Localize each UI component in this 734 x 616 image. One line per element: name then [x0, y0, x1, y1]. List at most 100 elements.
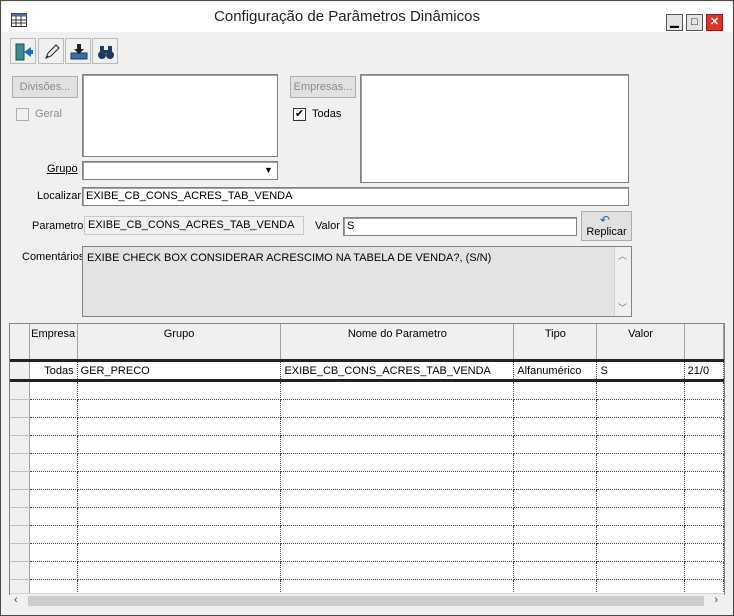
empty-cell[interactable]: [77, 471, 282, 490]
chevron-up-icon[interactable]: ︿: [618, 249, 627, 262]
cell-tipo[interactable]: Alfanumérico: [513, 359, 598, 382]
empty-cell[interactable]: [513, 543, 598, 562]
empty-cell[interactable]: [684, 507, 724, 526]
exit-button[interactable]: [10, 38, 36, 64]
empty-cell[interactable]: [77, 417, 282, 436]
empty-cell[interactable]: [280, 561, 515, 580]
empty-cell[interactable]: [596, 471, 685, 490]
empty-cell[interactable]: [513, 417, 598, 436]
empty-cell[interactable]: [513, 525, 598, 544]
empty-cell[interactable]: [596, 380, 685, 400]
empty-table-row[interactable]: [10, 453, 724, 472]
row-indicator[interactable]: [10, 399, 30, 418]
row-indicator[interactable]: [10, 435, 30, 454]
cell-empresa[interactable]: Todas: [29, 359, 78, 382]
empresas-button[interactable]: Empresas...: [290, 76, 356, 98]
row-indicator[interactable]: [10, 453, 30, 472]
empty-cell[interactable]: [77, 525, 282, 544]
empty-cell[interactable]: [684, 525, 724, 544]
empty-cell[interactable]: [684, 489, 724, 508]
column-header[interactable]: Grupo: [77, 324, 282, 361]
title-bar[interactable]: Configuração de Parâmetros Dinâmicos ▁ □…: [2, 2, 732, 32]
empty-cell[interactable]: [596, 543, 685, 562]
empty-cell[interactable]: [29, 525, 78, 544]
column-header[interactable]: Tipo: [513, 324, 598, 361]
comentarios-scrollbar[interactable]: ︿ ﹀: [614, 247, 631, 316]
empty-cell[interactable]: [596, 453, 685, 472]
empty-cell[interactable]: [280, 471, 515, 490]
localizar-input[interactable]: EXIBE_CB_CONS_ACRES_TAB_VENDA: [82, 187, 629, 206]
comentarios-textarea[interactable]: EXIBE CHECK BOX CONSIDERAR ACRESCIMO NA …: [82, 246, 632, 317]
empty-cell[interactable]: [280, 507, 515, 526]
column-header[interactable]: [684, 324, 724, 361]
column-header[interactable]: Nome do Parametro: [280, 324, 515, 361]
empty-cell[interactable]: [684, 561, 724, 580]
empty-cell[interactable]: [77, 507, 282, 526]
empty-cell[interactable]: [513, 471, 598, 490]
empty-cell[interactable]: [684, 417, 724, 436]
save-button[interactable]: [65, 38, 91, 64]
empty-cell[interactable]: [29, 417, 78, 436]
empty-cell[interactable]: [29, 561, 78, 580]
empty-cell[interactable]: [29, 543, 78, 562]
column-header[interactable]: Valor: [596, 324, 685, 361]
empty-cell[interactable]: [77, 435, 282, 454]
empty-cell[interactable]: [280, 435, 515, 454]
empty-cell[interactable]: [513, 561, 598, 580]
geral-checkbox[interactable]: [16, 108, 29, 121]
empty-cell[interactable]: [513, 489, 598, 508]
empty-cell[interactable]: [513, 507, 598, 526]
parametros-grid[interactable]: Empresa Grupo Nome do Parametro Tipo Val…: [9, 323, 725, 595]
empty-cell[interactable]: [596, 399, 685, 418]
row-indicator[interactable]: [10, 543, 30, 562]
scroll-thumb[interactable]: [28, 596, 704, 606]
empty-cell[interactable]: [513, 435, 598, 454]
todas-checkbox[interactable]: ✔: [293, 108, 306, 121]
empty-table-row[interactable]: [10, 417, 724, 436]
divisoes-list[interactable]: [82, 74, 278, 157]
row-indicator[interactable]: [10, 359, 30, 382]
column-header[interactable]: Empresa: [29, 324, 78, 361]
empty-cell[interactable]: [77, 489, 282, 508]
empty-cell[interactable]: [280, 543, 515, 562]
empty-cell[interactable]: [684, 380, 724, 400]
empty-cell[interactable]: [280, 417, 515, 436]
empty-cell[interactable]: [29, 453, 78, 472]
row-indicator[interactable]: [10, 525, 30, 544]
valor-input[interactable]: S: [343, 217, 577, 236]
empty-cell[interactable]: [596, 435, 685, 454]
empty-cell[interactable]: [29, 399, 78, 418]
empty-cell[interactable]: [280, 453, 515, 472]
search-button[interactable]: [92, 38, 118, 64]
chevron-right-icon[interactable]: ›: [714, 594, 718, 606]
empty-table-row[interactable]: [10, 507, 724, 526]
chevron-down-icon[interactable]: ﹀: [618, 301, 627, 314]
empty-cell[interactable]: [77, 561, 282, 580]
minimize-button[interactable]: ▁: [666, 14, 683, 31]
empty-cell[interactable]: [280, 380, 515, 400]
edit-button[interactable]: [38, 38, 64, 64]
empty-cell[interactable]: [513, 380, 598, 400]
row-indicator[interactable]: [10, 561, 30, 580]
empty-cell[interactable]: [280, 399, 515, 418]
empty-table-row[interactable]: [10, 561, 724, 580]
empresas-list[interactable]: [360, 74, 629, 183]
table-row[interactable]: Todas GER_PRECO EXIBE_CB_CONS_ACRES_TAB_…: [10, 359, 724, 382]
empty-cell[interactable]: [684, 471, 724, 490]
cell-valor[interactable]: S: [596, 359, 685, 382]
empty-cell[interactable]: [513, 399, 598, 418]
empty-cell[interactable]: [77, 380, 282, 400]
cell-data[interactable]: 21/0: [684, 359, 724, 382]
empty-table-row[interactable]: [10, 435, 724, 454]
grupo-select[interactable]: ▼: [82, 161, 278, 180]
empty-cell[interactable]: [29, 489, 78, 508]
empty-cell[interactable]: [684, 435, 724, 454]
row-indicator[interactable]: [10, 507, 30, 526]
empty-cell[interactable]: [29, 380, 78, 400]
maximize-button[interactable]: □: [686, 14, 703, 31]
empty-cell[interactable]: [77, 543, 282, 562]
row-indicator[interactable]: [10, 489, 30, 508]
empty-cell[interactable]: [596, 507, 685, 526]
empty-table-row[interactable]: [10, 525, 724, 544]
empty-table-row[interactable]: [10, 489, 724, 508]
